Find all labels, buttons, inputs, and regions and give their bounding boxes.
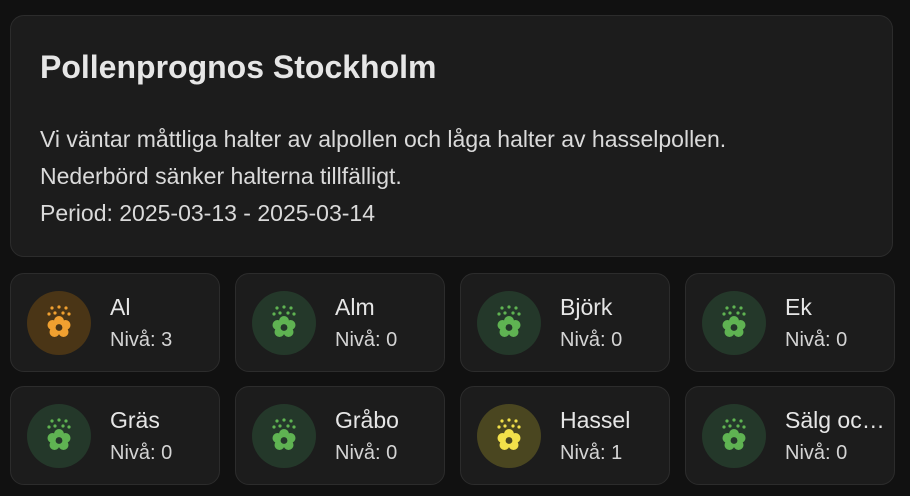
flower-icon — [272, 305, 296, 337]
pollen-tile-alm[interactable]: Alm Nivå: 0 — [235, 273, 445, 372]
pollen-level: Nivå: 3 — [110, 329, 173, 351]
pollen-tile-gras[interactable]: Gräs Nivå: 0 — [10, 386, 220, 485]
pollen-level: Nivå: 1 — [560, 442, 623, 464]
forecast-description: Vi väntar måttliga halter av alpollen oc… — [40, 121, 726, 232]
pollen-icon-badge — [27, 404, 91, 468]
pollen-name: Gråbo — [335, 407, 399, 433]
pollen-level: Nivå: 0 — [785, 442, 848, 464]
card-title: Pollenprognos Stockholm — [40, 49, 437, 85]
forecast-summary-card: Pollenprognos Stockholm Vi väntar måttli… — [10, 15, 893, 257]
flower-icon — [47, 305, 71, 337]
pollen-icon-badge — [702, 404, 766, 468]
flower-icon — [722, 418, 746, 450]
flower-icon — [47, 418, 71, 450]
pollen-tile-hassel[interactable]: Hassel Nivå: 1 — [460, 386, 670, 485]
pollen-icon-badge — [252, 404, 316, 468]
forecast-line-1: Vi väntar måttliga halter av alpollen oc… — [40, 126, 727, 152]
pollen-icon-badge — [252, 291, 316, 355]
pollen-level: Nivå: 0 — [785, 329, 848, 351]
pollen-icon-badge — [27, 291, 91, 355]
flower-icon — [497, 418, 521, 450]
pollen-name: Gräs — [110, 407, 160, 433]
pollen-tile-ek[interactable]: Ek Nivå: 0 — [685, 273, 895, 372]
flower-icon — [497, 305, 521, 337]
pollen-tile-bjork[interactable]: Björk Nivå: 0 — [460, 273, 670, 372]
flower-icon — [722, 305, 746, 337]
pollen-level: Nivå: 0 — [335, 442, 398, 464]
flower-icon — [272, 418, 296, 450]
pollen-level: Nivå: 0 — [110, 442, 173, 464]
pollen-icon-badge — [477, 404, 541, 468]
forecast-period: Period: 2025-03-13 - 2025-03-14 — [40, 200, 376, 226]
pollen-icon-badge — [702, 291, 766, 355]
pollen-name: Hassel — [560, 407, 631, 433]
pollen-level: Nivå: 0 — [335, 329, 398, 351]
pollen-tile-salg[interactable]: Sälg och viden Nivå: 0 — [685, 386, 895, 485]
pollen-icon-badge — [477, 291, 541, 355]
pollen-tile-al[interactable]: Al Nivå: 3 — [10, 273, 220, 372]
pollen-name: Björk — [560, 294, 613, 320]
pollen-name: Alm — [335, 294, 375, 320]
pollen-name: Sälg och viden — [785, 407, 889, 433]
pollen-name: Ek — [785, 294, 812, 320]
pollen-level: Nivå: 0 — [560, 329, 623, 351]
pollen-name: Al — [110, 294, 131, 320]
pollen-tile-grabo[interactable]: Gråbo Nivå: 0 — [235, 386, 445, 485]
forecast-line-2: Nederbörd sänker halterna tillfälligt. — [40, 163, 402, 189]
